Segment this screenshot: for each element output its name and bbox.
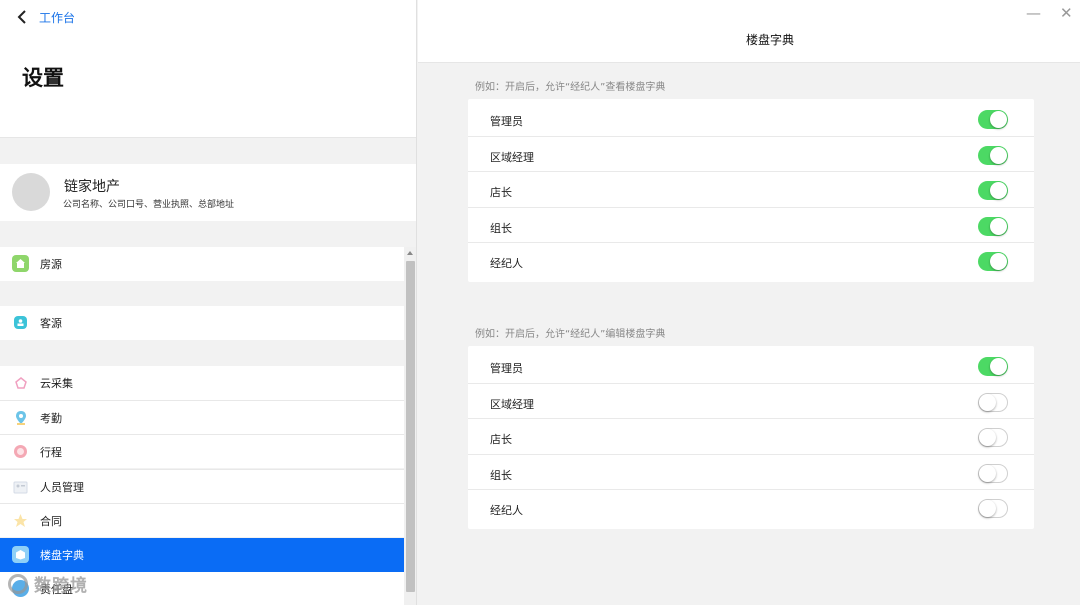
role-label: 管理员 bbox=[490, 115, 523, 128]
edit-toggle[interactable] bbox=[978, 464, 1008, 483]
watermark-logo-icon bbox=[8, 573, 28, 594]
view-section-label: 例如：开启后，允许“经纪人”查看楼盘字典 bbox=[475, 82, 666, 93]
permission-row: 经纪人 bbox=[468, 489, 1034, 524]
back-label: 工作台 bbox=[39, 10, 76, 25]
watermark-text: 数跨境 bbox=[34, 576, 88, 596]
sidebar-item-label: 合同 bbox=[40, 515, 62, 528]
view-toggle[interactable] bbox=[978, 252, 1008, 271]
sidebar-item-label: 楼盘字典 bbox=[40, 549, 84, 562]
sidebar-item-label: 云采集 bbox=[40, 377, 73, 390]
role-label: 管理员 bbox=[490, 362, 523, 375]
view-toggle[interactable] bbox=[978, 217, 1008, 236]
watermark: 数跨境 bbox=[8, 571, 88, 596]
edit-toggle[interactable] bbox=[978, 499, 1008, 518]
sidebar-item-label: 人员管理 bbox=[40, 481, 84, 494]
avatar bbox=[12, 173, 50, 211]
view-toggle[interactable] bbox=[978, 181, 1008, 200]
scroll-up-arrow-icon[interactable] bbox=[407, 251, 413, 255]
house-icon bbox=[12, 255, 29, 272]
permission-row: 经纪人 bbox=[468, 242, 1034, 277]
close-icon[interactable]: ✕ bbox=[1060, 4, 1073, 22]
role-label: 店长 bbox=[490, 433, 512, 446]
company-description: 公司名称、公司口号、营业执照、总部地址 bbox=[63, 200, 235, 210]
permission-row: 组长 bbox=[468, 454, 1034, 489]
sidebar-item-house[interactable]: 房源 bbox=[0, 247, 404, 281]
settings-sidebar: 工作台 设置 链家地产 公司名称、公司口号、营业执照、总部地址 房源 客源 云采… bbox=[0, 0, 417, 605]
role-label: 区域经理 bbox=[490, 151, 534, 164]
view-permission-card: 管理员 区域经理 店长 组长 经纪人 bbox=[468, 99, 1034, 282]
scrollbar-thumb[interactable] bbox=[406, 261, 415, 592]
sidebar-item-label: 行程 bbox=[40, 446, 62, 459]
people-icon bbox=[12, 478, 29, 495]
page-title: 设置 bbox=[22, 66, 64, 90]
sidebar-item-cloud-collect[interactable]: 云采集 bbox=[0, 366, 404, 400]
sidebar-item-label: 房源 bbox=[40, 258, 62, 271]
permission-row: 区域经理 bbox=[468, 383, 1034, 418]
sidebar-item-contract[interactable]: 合同 bbox=[0, 503, 404, 537]
view-toggle[interactable] bbox=[978, 110, 1008, 129]
sidebar-item-customer[interactable]: 客源 bbox=[0, 306, 404, 340]
back-button[interactable]: 工作台 bbox=[14, 8, 75, 26]
sidebar-item-schedule[interactable]: 行程 bbox=[0, 434, 404, 468]
permission-row: 组长 bbox=[468, 207, 1034, 242]
edit-toggle[interactable] bbox=[978, 428, 1008, 447]
sidebar-item-label: 考勤 bbox=[40, 412, 62, 425]
detail-title: 楼盘字典 bbox=[745, 33, 794, 47]
chevron-left-icon bbox=[17, 10, 26, 24]
company-profile-row[interactable]: 链家地产 公司名称、公司口号、营业执照、总部地址 bbox=[0, 164, 416, 221]
sidebar-item-people[interactable]: 人员管理 bbox=[0, 469, 404, 503]
contract-icon bbox=[12, 512, 29, 529]
settings-menu: 房源 客源 云采集 考勤 行程 人员管理 合同 楼盘字典 责任盘 bbox=[0, 247, 404, 605]
sidebar-header: 工作台 设置 bbox=[0, 0, 416, 138]
role-label: 组长 bbox=[490, 222, 512, 235]
permission-row: 店长 bbox=[468, 418, 1034, 453]
detail-pane: 楼盘字典 — ✕ 例如：开启后，允许“经纪人”查看楼盘字典 管理员 区域经理 店… bbox=[418, 0, 1080, 605]
edit-toggle[interactable] bbox=[978, 393, 1008, 412]
edit-permission-card: 管理员 区域经理 店长 组长 经纪人 bbox=[468, 346, 1034, 529]
edit-toggle[interactable] bbox=[978, 357, 1008, 376]
role-label: 经纪人 bbox=[490, 504, 523, 517]
role-label: 组长 bbox=[490, 469, 512, 482]
edit-section-label: 例如：开启后，允许“经纪人”编辑楼盘字典 bbox=[475, 329, 666, 340]
sidebar-scrollbar[interactable] bbox=[404, 247, 416, 605]
permission-row: 店长 bbox=[468, 171, 1034, 206]
role-label: 区域经理 bbox=[490, 398, 534, 411]
permission-row: 管理员 bbox=[468, 348, 1034, 383]
schedule-icon bbox=[12, 443, 29, 460]
role-label: 经纪人 bbox=[490, 257, 523, 270]
sidebar-item-building-dict[interactable]: 楼盘字典 bbox=[0, 538, 404, 572]
role-label: 店长 bbox=[490, 186, 512, 199]
location-pin-icon bbox=[12, 409, 29, 426]
permission-row: 区域经理 bbox=[468, 136, 1034, 171]
sidebar-item-attendance[interactable]: 考勤 bbox=[0, 400, 404, 434]
minimize-icon[interactable]: — bbox=[1026, 4, 1041, 22]
permission-row: 管理员 bbox=[468, 101, 1034, 136]
building-dict-icon bbox=[12, 546, 29, 563]
detail-header: 楼盘字典 — ✕ bbox=[418, 0, 1080, 63]
customer-icon bbox=[14, 316, 27, 329]
sidebar-item-label: 客源 bbox=[40, 317, 62, 330]
view-toggle[interactable] bbox=[978, 146, 1008, 165]
company-name: 链家地产 bbox=[64, 179, 120, 195]
cloud-collect-icon bbox=[12, 374, 29, 391]
